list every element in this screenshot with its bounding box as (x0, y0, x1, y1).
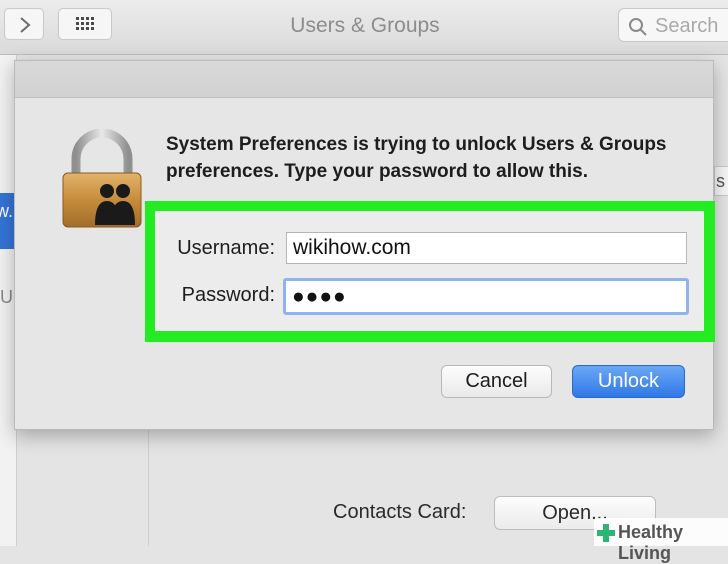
credentials-form: Username: wikihow.com Password: ●●●● (155, 211, 704, 331)
dialog-top-bar (15, 61, 713, 98)
sidebar-item-label: U (0, 287, 13, 307)
search-placeholder: Search (655, 15, 719, 37)
pane-divider (148, 430, 149, 546)
watermark-text: Healthy Living (618, 522, 684, 563)
username-field[interactable]: wikihow.com (286, 232, 687, 264)
search-field[interactable]: Search (618, 8, 728, 42)
chevron-right-icon (20, 17, 31, 33)
window-title: Users & Groups (290, 14, 440, 37)
username-label: Username: (177, 237, 275, 259)
grid-icon (76, 17, 96, 31)
cancel-button[interactable]: Cancel (441, 365, 552, 398)
forward-button[interactable] (4, 8, 44, 40)
sidebar-selected-label: w. (0, 201, 14, 221)
password-label: Password: (181, 284, 275, 306)
password-field[interactable]: ●●●● (283, 278, 689, 315)
background-button-fragment[interactable]: s (714, 166, 728, 196)
lock-users-icon (62, 129, 142, 228)
unlock-dialog: System Preferences is trying to unlock U… (14, 60, 715, 430)
credentials-highlight: Username: wikihow.com Password: ●●●● (145, 201, 715, 342)
healthy-living-watermark: Healthy Living (594, 518, 728, 563)
dialog-message: System Preferences is trying to unlock U… (166, 134, 667, 182)
window-toolbar: Users & Groups Search (0, 0, 728, 55)
search-icon (629, 18, 647, 36)
plus-icon (597, 524, 615, 542)
contacts-card-label: Contacts Card: (333, 501, 467, 523)
show-all-button[interactable] (58, 8, 112, 40)
unlock-button[interactable]: Unlock (572, 365, 685, 398)
